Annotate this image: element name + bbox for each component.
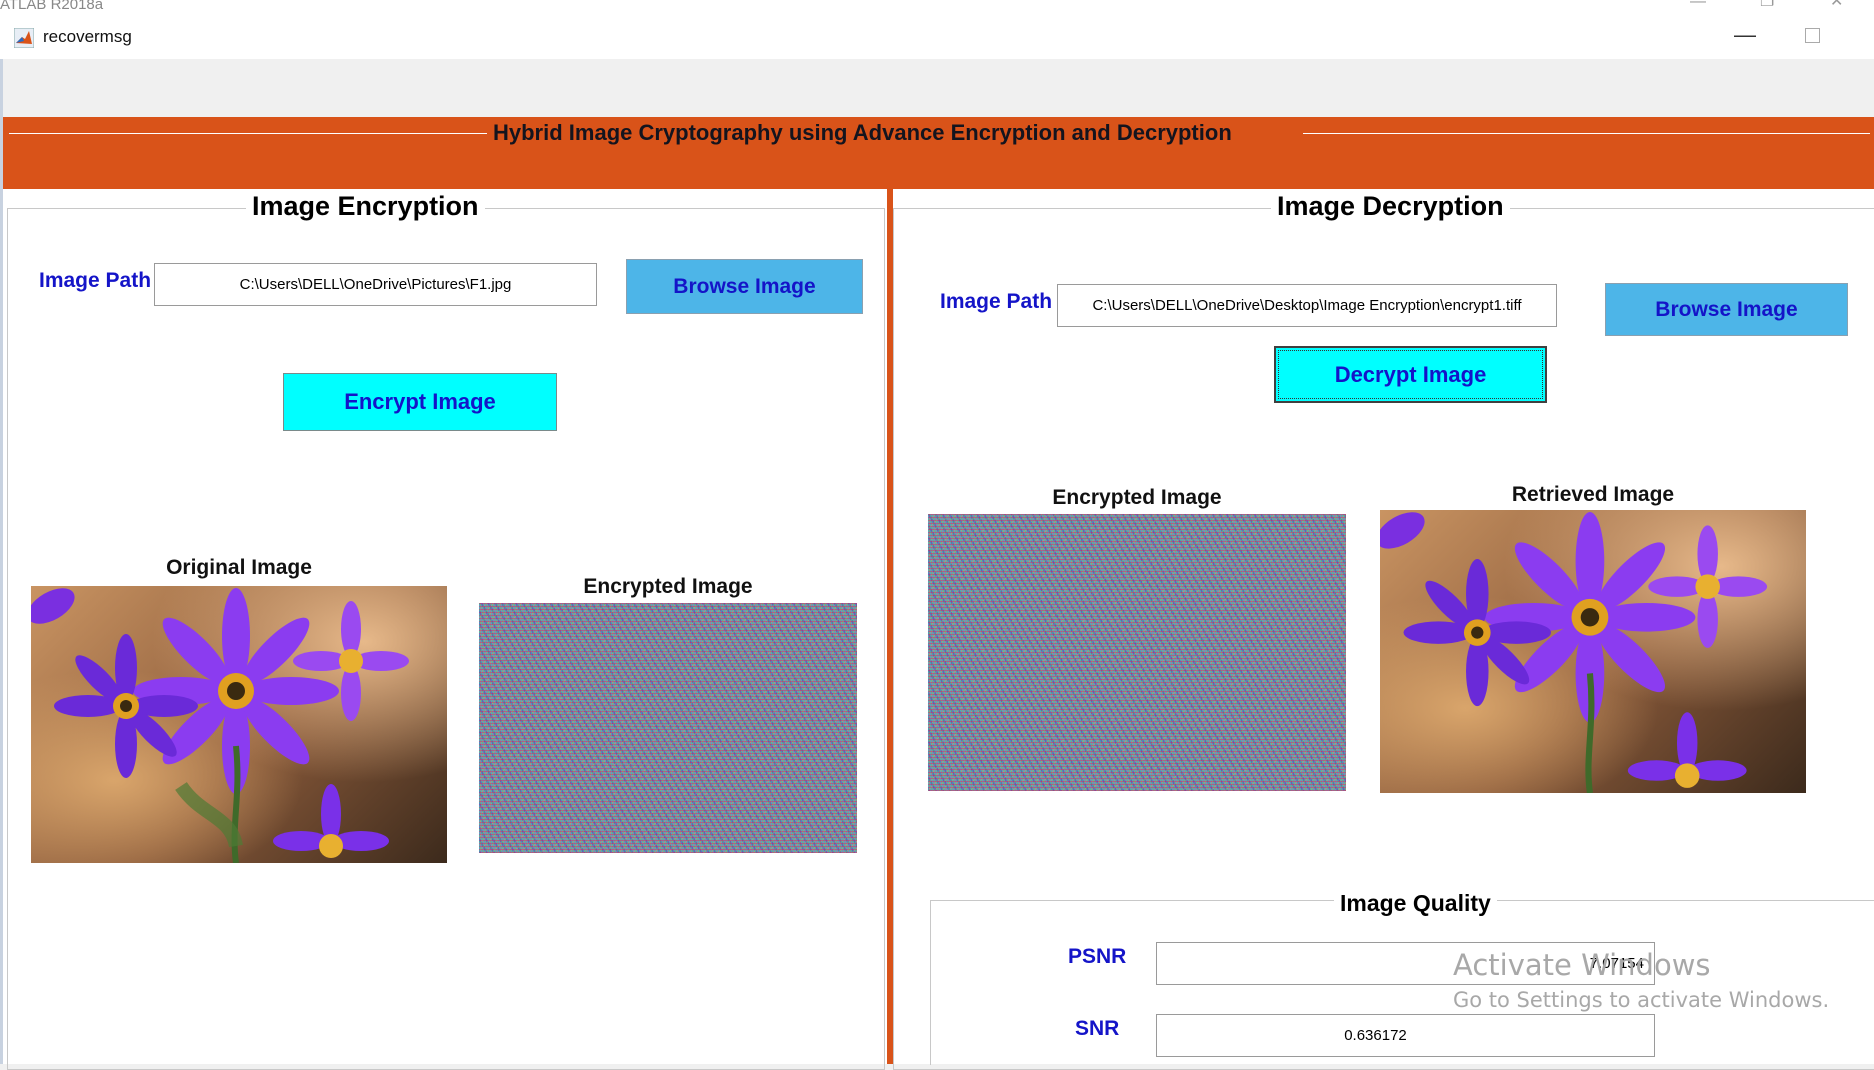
outer-close-icon[interactable]: ✕ <box>1830 0 1843 10</box>
retrieved-flower-image <box>1380 512 1768 793</box>
quality-title: Image Quality <box>1334 890 1497 917</box>
encryption-panel: Image Encryption Image Path C:\Users\DEL… <box>3 189 889 1070</box>
original-image-title: Original Image <box>166 556 312 579</box>
window-titlebar: recovermsg — <box>0 15 1874 59</box>
outer-minimize-icon[interactable]: — <box>1690 0 1706 10</box>
minimize-icon[interactable]: — <box>1730 21 1760 51</box>
matlab-outer-titlebar: ATLAB R2018a — ❐ ✕ <box>0 0 1874 15</box>
encryption-path-field[interactable]: C:\Users\DELL\OneDrive\Pictures\F1.jpg <box>154 263 597 306</box>
matlab-logo-icon <box>14 28 34 48</box>
outer-window-title: ATLAB R2018a <box>0 0 104 13</box>
decryption-browse-button[interactable]: Browse Image <box>1605 283 1848 336</box>
window-title: recovermsg <box>43 27 132 46</box>
decrypt-image-button[interactable]: Decrypt Image <box>1274 346 1547 403</box>
activation-watermark-title: Activate Windows <box>1453 948 1711 982</box>
maximize-icon[interactable] <box>1805 28 1820 43</box>
decryption-encrypted-image-title: Encrypted Image <box>1052 486 1222 509</box>
psnr-label: PSNR <box>1068 945 1127 968</box>
encrypted-image-title: Encrypted Image <box>583 575 753 598</box>
banner-rule-left <box>9 133 489 134</box>
encrypted-image <box>479 603 857 853</box>
encryption-path-label: Image Path <box>39 269 152 292</box>
decryption-title: Image Decryption <box>1271 191 1510 222</box>
figure-toolbar-area <box>0 59 1874 117</box>
snr-label: SNR <box>1075 1017 1120 1040</box>
flower-image <box>31 588 409 863</box>
encryption-browse-button[interactable]: Browse Image <box>626 259 863 314</box>
app-title: Hybrid Image Cryptography using Advance … <box>487 120 1238 146</box>
outer-restore-icon[interactable]: ❐ <box>1760 0 1774 10</box>
retrieved-image-title: Retrieved Image <box>1511 483 1675 506</box>
encryption-title: Image Encryption <box>246 191 485 222</box>
decryption-encrypted-image <box>928 514 1346 791</box>
activation-watermark-subtitle: Go to Settings to activate Windows. <box>1453 988 1830 1012</box>
snr-field[interactable]: 0.636172 <box>1156 1014 1655 1057</box>
original-image <box>31 586 447 863</box>
decryption-path-field[interactable]: C:\Users\DELL\OneDrive\Desktop\Image Enc… <box>1057 284 1557 327</box>
retrieved-image <box>1380 510 1806 793</box>
banner-rule-right <box>1303 133 1870 134</box>
decryption-path-label: Image Path <box>940 290 1053 313</box>
encrypt-image-button[interactable]: Encrypt Image <box>283 373 557 431</box>
header-banner: Hybrid Image Cryptography using Advance … <box>3 117 1874 189</box>
